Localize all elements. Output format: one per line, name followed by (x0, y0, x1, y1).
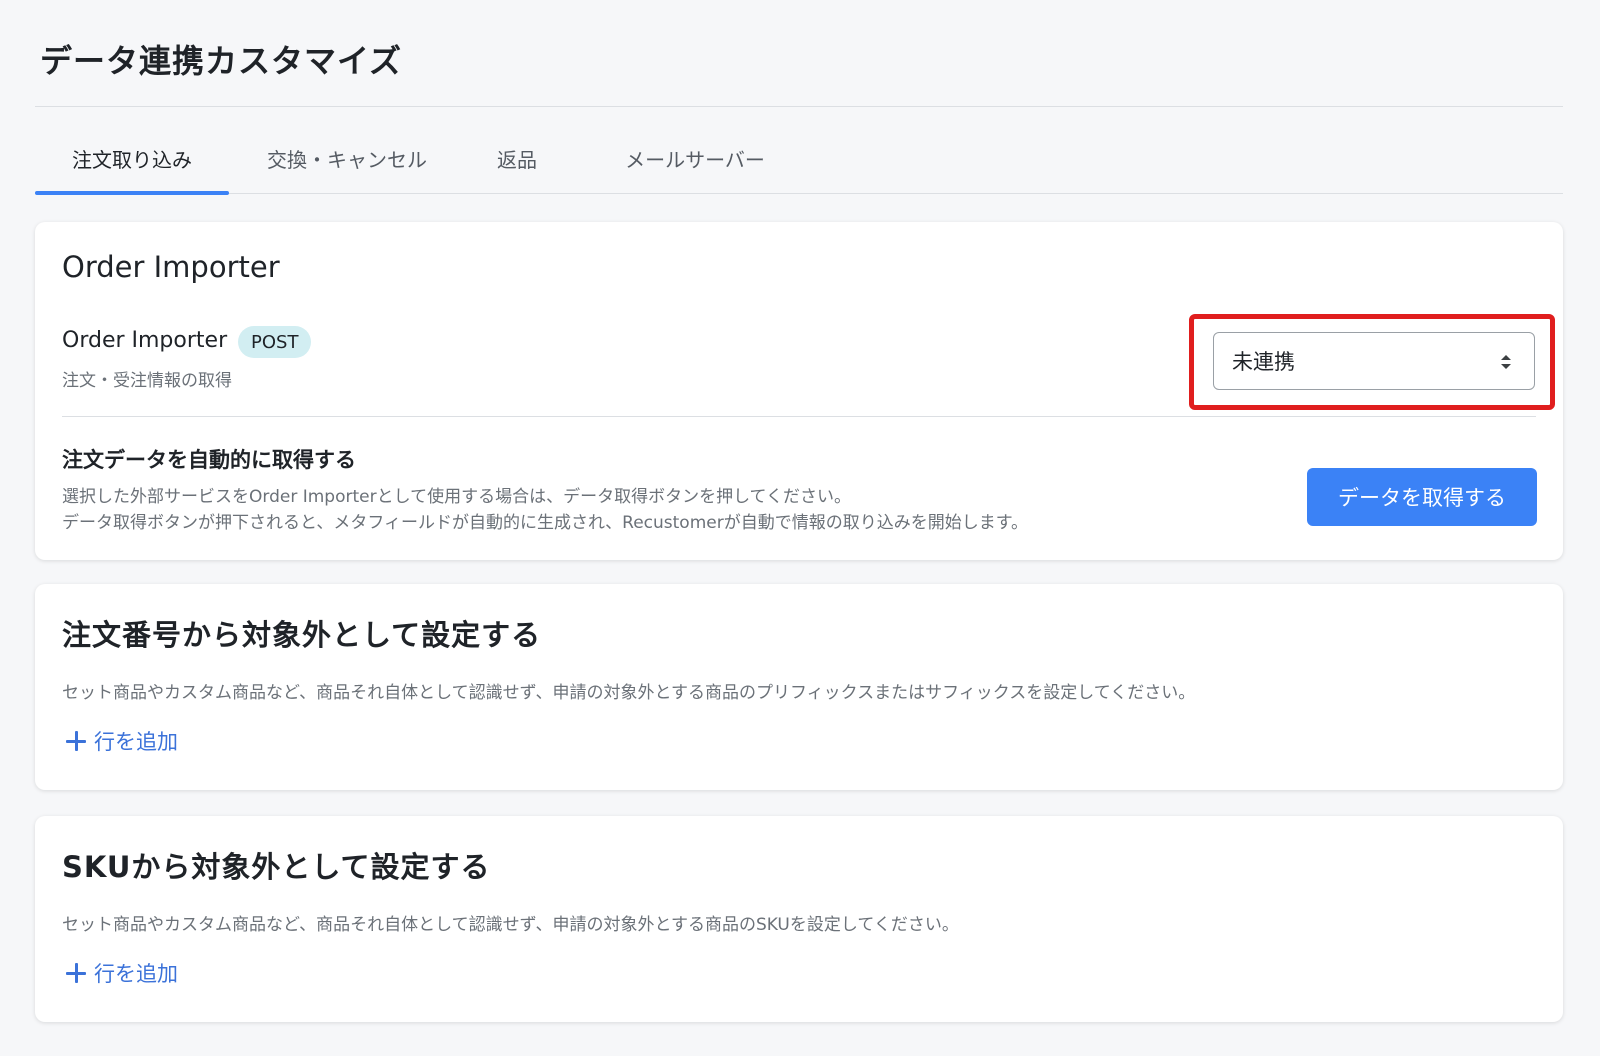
exclude-sku-card: SKUから対象外として設定する セット商品やカスタム商品など、商品それ自体として… (35, 816, 1563, 1022)
auto-fetch-title: 注文データを自動的に取得する (62, 448, 356, 472)
tab-order-import[interactable]: 注文取り込み (35, 122, 229, 195)
title-divider (35, 106, 1563, 107)
order-importer-card-title: Order Importer (62, 250, 280, 284)
add-row-button-sku[interactable]: 行を追加 (62, 956, 178, 990)
page-title: データ連携カスタマイズ (40, 42, 403, 80)
add-row-button-order-number[interactable]: 行を追加 (62, 724, 178, 758)
importer-name: Order Importer (62, 328, 228, 353)
select-updown-icon (1501, 355, 1511, 369)
exclude-order-number-card: 注文番号から対象外として設定する セット商品やカスタム商品など、商品それ自体とし… (35, 584, 1563, 790)
tab-exchange-cancel[interactable]: 交換・キャンセル (229, 122, 465, 194)
add-row-label: 行を追加 (94, 962, 178, 986)
card-divider (62, 416, 1536, 417)
exclude-order-number-title: 注文番号から対象外として設定する (62, 618, 542, 652)
plus-icon (66, 731, 86, 751)
exclude-sku-description: セット商品やカスタム商品など、商品それ自体として認識せず、申請の対象外とする商品… (62, 915, 959, 935)
integration-status-select[interactable]: 未連携 (1213, 332, 1535, 390)
page: データ連携カスタマイズ 注文取り込み 交換・キャンセル 返品 メールサーバー O… (0, 0, 1600, 1056)
select-value: 未連携 (1232, 350, 1295, 374)
order-importer-card: Order Importer Order Importer POST 注文・受注… (35, 222, 1563, 560)
tab-returns[interactable]: 返品 (465, 122, 569, 194)
add-row-label: 行を追加 (94, 730, 178, 754)
importer-subtitle: 注文・受注情報の取得 (62, 371, 232, 391)
method-badge: POST (238, 326, 312, 358)
auto-fetch-desc-line2: データ取得ボタンが押下されると、メタフィールドが自動的に生成され、Recusto… (62, 513, 1029, 533)
exclude-order-number-description: セット商品やカスタム商品など、商品それ自体として認識せず、申請の対象外とする商品… (62, 683, 1196, 703)
exclude-sku-title: SKUから対象外として設定する (62, 850, 491, 884)
auto-fetch-desc-line1: 選択した外部サービスをOrder Importerとして使用する場合は、データ取… (62, 487, 852, 507)
fetch-data-button[interactable]: データを取得する (1307, 468, 1537, 526)
tab-bar: 注文取り込み 交換・キャンセル 返品 メールサーバー (35, 122, 1563, 195)
tab-mail-server[interactable]: メールサーバー (569, 122, 821, 194)
auto-fetch-description: 選択した外部サービスをOrder Importerとして使用する場合は、データ取… (62, 484, 1212, 536)
plus-icon (66, 963, 86, 983)
